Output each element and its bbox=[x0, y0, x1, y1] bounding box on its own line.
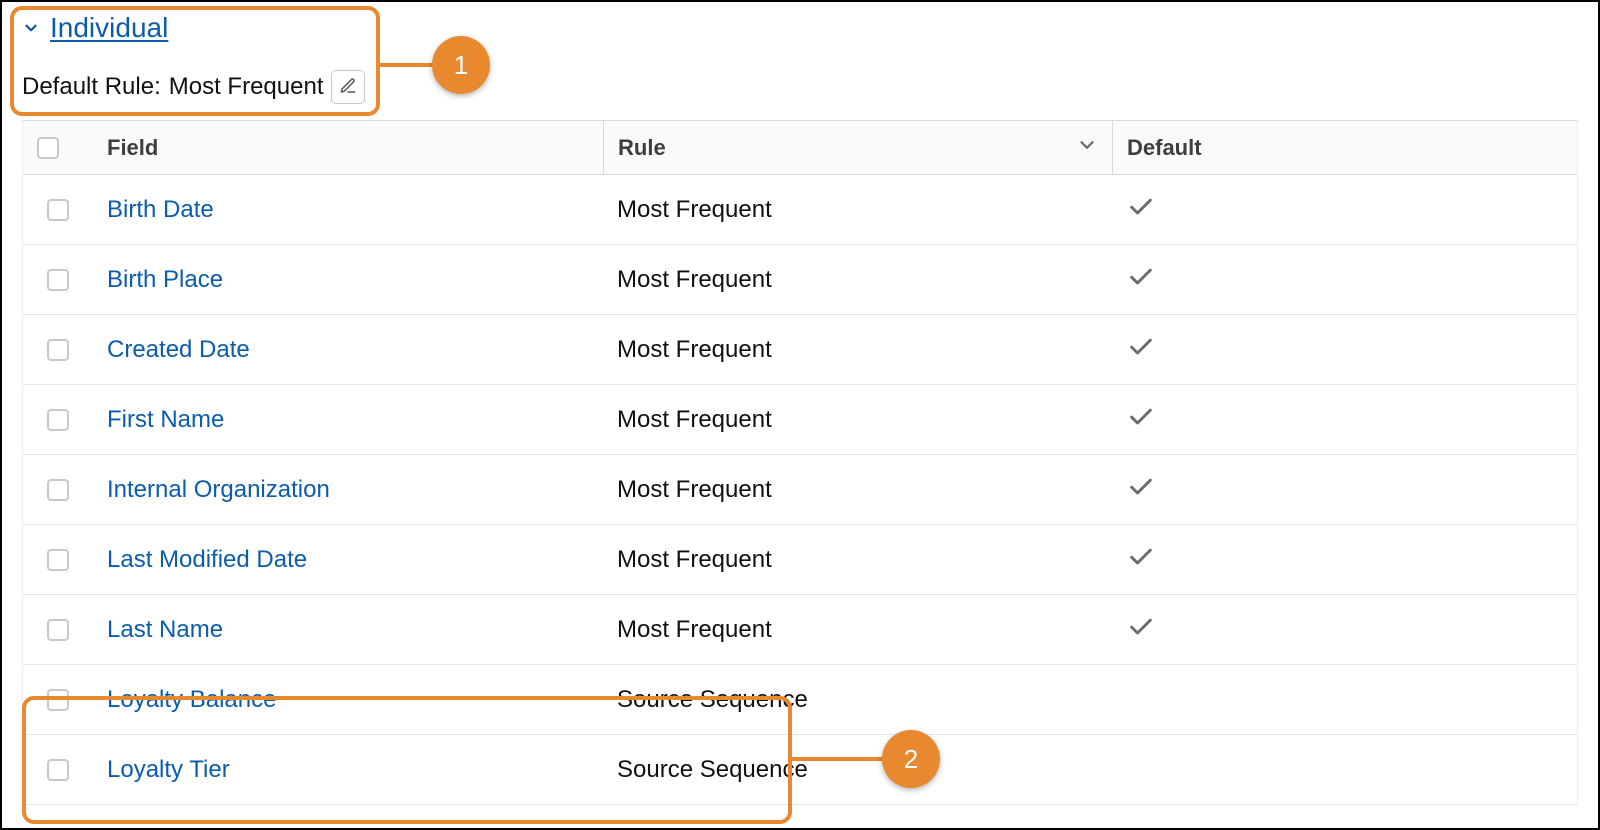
row-checkbox-cell bbox=[23, 619, 93, 641]
table-row: Birth Place Most Frequent bbox=[23, 245, 1577, 315]
default-cell bbox=[1113, 262, 1577, 297]
rule-cell: Most Frequent bbox=[603, 406, 1113, 434]
column-header-rule-label: Rule bbox=[618, 135, 666, 161]
row-checkbox[interactable] bbox=[47, 199, 69, 221]
default-cell bbox=[1113, 332, 1577, 367]
row-checkbox-cell bbox=[23, 339, 93, 361]
rule-cell: Most Frequent bbox=[603, 336, 1113, 364]
row-checkbox[interactable] bbox=[47, 479, 69, 501]
row-checkbox-cell bbox=[23, 409, 93, 431]
row-checkbox[interactable] bbox=[47, 339, 69, 361]
default-rule-label: Default Rule: bbox=[22, 73, 161, 101]
field-cell: First Name bbox=[93, 406, 603, 434]
default-cell bbox=[1113, 192, 1577, 227]
table-row: Last Modified Date Most Frequent bbox=[23, 525, 1577, 595]
table-row: Last Name Most Frequent bbox=[23, 595, 1577, 665]
default-cell bbox=[1113, 612, 1577, 647]
section-collapse-row[interactable]: Individual bbox=[22, 12, 1578, 44]
check-icon bbox=[1127, 472, 1155, 500]
default-cell bbox=[1113, 472, 1577, 507]
chevron-down-icon bbox=[1076, 134, 1098, 162]
row-checkbox-cell bbox=[23, 689, 93, 711]
rule-cell: Source Sequence bbox=[603, 756, 1113, 784]
field-cell: Loyalty Tier bbox=[93, 756, 603, 784]
row-checkbox-cell bbox=[23, 199, 93, 221]
table-row: Loyalty Balance Source Sequence bbox=[23, 665, 1577, 735]
field-cell: Last Name bbox=[93, 616, 603, 644]
row-checkbox-cell bbox=[23, 269, 93, 291]
table-header-row: Field Rule Default bbox=[23, 121, 1577, 175]
default-rule-row: Default Rule: Most Frequent bbox=[22, 70, 1578, 104]
rule-cell: Most Frequent bbox=[603, 196, 1113, 224]
row-checkbox[interactable] bbox=[47, 619, 69, 641]
field-link[interactable]: Last Name bbox=[107, 616, 223, 643]
default-rule-value: Most Frequent bbox=[169, 73, 324, 101]
table-row: Loyalty Tier Source Sequence bbox=[23, 735, 1577, 805]
rule-cell: Source Sequence bbox=[603, 686, 1113, 714]
table-row: Created Date Most Frequent bbox=[23, 315, 1577, 385]
fields-table: Field Rule Default Birth Date Most Freque… bbox=[22, 120, 1578, 805]
select-all-cell bbox=[23, 121, 93, 174]
rule-cell: Most Frequent bbox=[603, 616, 1113, 644]
chevron-down-icon bbox=[22, 19, 40, 37]
pencil-icon bbox=[339, 77, 357, 98]
table-row: Internal Organization Most Frequent bbox=[23, 455, 1577, 525]
row-checkbox[interactable] bbox=[47, 549, 69, 571]
check-icon bbox=[1127, 542, 1155, 570]
row-checkbox[interactable] bbox=[47, 409, 69, 431]
check-icon bbox=[1127, 262, 1155, 290]
field-link[interactable]: Loyalty Tier bbox=[107, 756, 230, 783]
field-link[interactable]: Created Date bbox=[107, 336, 250, 363]
field-link[interactable]: Birth Date bbox=[107, 196, 214, 223]
rule-cell: Most Frequent bbox=[603, 546, 1113, 574]
field-link[interactable]: Last Modified Date bbox=[107, 546, 307, 573]
column-header-field[interactable]: Field bbox=[93, 121, 603, 174]
row-checkbox[interactable] bbox=[47, 689, 69, 711]
select-all-checkbox[interactable] bbox=[37, 137, 59, 159]
field-link[interactable]: Internal Organization bbox=[107, 476, 330, 503]
field-cell: Created Date bbox=[93, 336, 603, 364]
field-cell: Birth Date bbox=[93, 196, 603, 224]
field-link[interactable]: First Name bbox=[107, 406, 224, 433]
section-title-link[interactable]: Individual bbox=[50, 12, 168, 44]
check-icon bbox=[1127, 612, 1155, 640]
field-link[interactable]: Birth Place bbox=[107, 266, 223, 293]
section-header: Individual Default Rule: Most Frequent bbox=[2, 2, 1598, 120]
row-checkbox[interactable] bbox=[47, 269, 69, 291]
field-cell: Loyalty Balance bbox=[93, 686, 603, 714]
rule-cell: Most Frequent bbox=[603, 266, 1113, 294]
row-checkbox-cell bbox=[23, 549, 93, 571]
default-cell bbox=[1113, 402, 1577, 437]
app-frame: Individual Default Rule: Most Frequent 1… bbox=[0, 0, 1600, 830]
row-checkbox[interactable] bbox=[47, 759, 69, 781]
check-icon bbox=[1127, 332, 1155, 360]
column-header-default[interactable]: Default bbox=[1113, 121, 1577, 174]
edit-default-rule-button[interactable] bbox=[331, 70, 365, 104]
table-row: First Name Most Frequent bbox=[23, 385, 1577, 455]
field-cell: Last Modified Date bbox=[93, 546, 603, 574]
check-icon bbox=[1127, 402, 1155, 430]
check-icon bbox=[1127, 192, 1155, 220]
field-cell: Birth Place bbox=[93, 266, 603, 294]
rule-cell: Most Frequent bbox=[603, 476, 1113, 504]
table-row: Birth Date Most Frequent bbox=[23, 175, 1577, 245]
column-header-rule[interactable]: Rule bbox=[603, 121, 1113, 174]
row-checkbox-cell bbox=[23, 479, 93, 501]
default-cell bbox=[1113, 542, 1577, 577]
field-cell: Internal Organization bbox=[93, 476, 603, 504]
table-body: Birth Date Most Frequent Birth Place Most F… bbox=[23, 175, 1577, 805]
row-checkbox-cell bbox=[23, 759, 93, 781]
field-link[interactable]: Loyalty Balance bbox=[107, 686, 276, 713]
